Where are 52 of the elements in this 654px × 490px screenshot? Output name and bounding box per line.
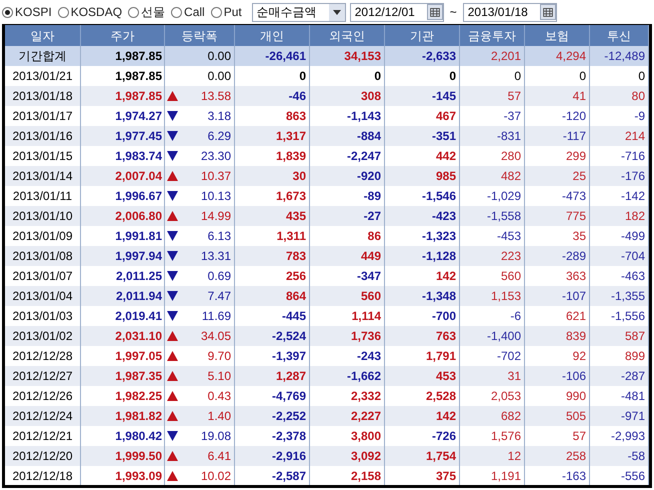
market-radio[interactable]: 선물 — [128, 3, 166, 21]
calendar-icon[interactable] — [540, 4, 556, 20]
amount-cell: 375 — [385, 466, 460, 485]
range-separator: ~ — [448, 4, 458, 21]
change-cell-text: 6.41 — [208, 448, 231, 465]
market-radio[interactable]: Call — [171, 3, 205, 21]
change-cell-text: 3.18 — [208, 108, 231, 125]
table-row[interactable]: 2013/01/16 1,977.45 6.29 1,317 -884 -351 -831 -117 214 — [5, 126, 649, 146]
amount-cell: -2,587 — [235, 466, 310, 485]
change-cell-text: 34.05 — [200, 328, 231, 345]
price-cell: 1,993.09 — [81, 466, 165, 485]
market-radio[interactable]: KOSPI — [2, 3, 52, 21]
end-date-field[interactable]: 2013/01/18 — [462, 2, 557, 22]
change-cell-text: 11.69 — [202, 308, 231, 325]
change-cell-text: 10.02 — [200, 468, 231, 485]
market-radio[interactable]: KOSDAQ — [58, 3, 122, 21]
change-cell-text: 0.00 — [208, 48, 231, 65]
change-cell-text: 19.08 — [200, 428, 231, 445]
change-cell-text: 10.13 — [200, 188, 231, 205]
table-row[interactable]: 2013/01/14 2,007.04 10.37 30 -920 985 482 25 -176 — [5, 166, 649, 186]
market-radio[interactable]: Put — [210, 3, 242, 21]
table-row[interactable]: 2012/12/24 1,981.82 1.40 -2,252 2,227 142 682 505 -971 — [5, 406, 649, 426]
change-cell-text: 10.37 — [200, 168, 231, 185]
amount-cell: 1,191 — [460, 466, 525, 485]
table-row[interactable]: 2013/01/10 2,006.80 14.99 435 -27 -423 -1,558 775 182 — [5, 206, 649, 226]
table-row[interactable]: 2012/12/27 1,987.35 5.10 1,287 -1,662 453 31 -106 -287 — [5, 366, 649, 386]
summary-row[interactable]: 기간합계 1,987.85 0.00 -26,461 34,153 -2,633 2,201 4,294 -12,489 — [5, 46, 649, 66]
change-cell-text: 14.99 — [200, 208, 231, 225]
change-cell-text: 0.43 — [208, 388, 231, 405]
table-row[interactable]: 2012/12/20 1,999.50 6.41 -2,916 3,092 1,754 12 258 -58 — [5, 446, 649, 466]
change-cell-text: 13.31 — [200, 248, 231, 265]
change-cell-text: 7.47 — [208, 288, 231, 305]
change-cell-text: 13.58 — [200, 88, 231, 105]
date-cell: 2012/12/18 — [5, 466, 81, 485]
change-cell-text: 23.30 — [200, 148, 231, 165]
amount-cell: -556 — [590, 466, 649, 485]
change-cell-text: 5.10 — [208, 368, 231, 385]
amount-cell: -163 — [525, 466, 590, 485]
table-row[interactable]: 2013/01/08 1,997.94 13.31 783 449 -1,128 223 -289 -704 — [5, 246, 649, 266]
calendar-icon[interactable] — [426, 4, 443, 20]
mode-dropdown[interactable]: 순매수금액 — [252, 2, 346, 22]
change-cell-text: 0.00 — [208, 68, 231, 85]
table-row[interactable]: 2013/01/04 2,011.94 7.47 864 560 -1,348 1,153 -107 -1,355 — [5, 286, 649, 306]
change-cell-text: 1.40 — [208, 408, 231, 425]
change-cell-text: 9.70 — [208, 348, 231, 365]
table-row[interactable]: 2013/01/02 2,031.10 34.05 -2,524 1,736 763 -1,400 839 587 — [5, 326, 649, 346]
change-cell-text: 0.69 — [208, 268, 231, 285]
start-date-field[interactable]: 2012/12/01 — [350, 2, 444, 22]
change-cell-text: 6.29 — [208, 128, 231, 145]
amount-cell: 2,158 — [310, 466, 385, 485]
change-cell-text: 6.13 — [208, 228, 231, 245]
table-row[interactable]: 2013/01/18 1,987.85 13.58 -46 308 -145 57 41 80 — [5, 86, 649, 106]
